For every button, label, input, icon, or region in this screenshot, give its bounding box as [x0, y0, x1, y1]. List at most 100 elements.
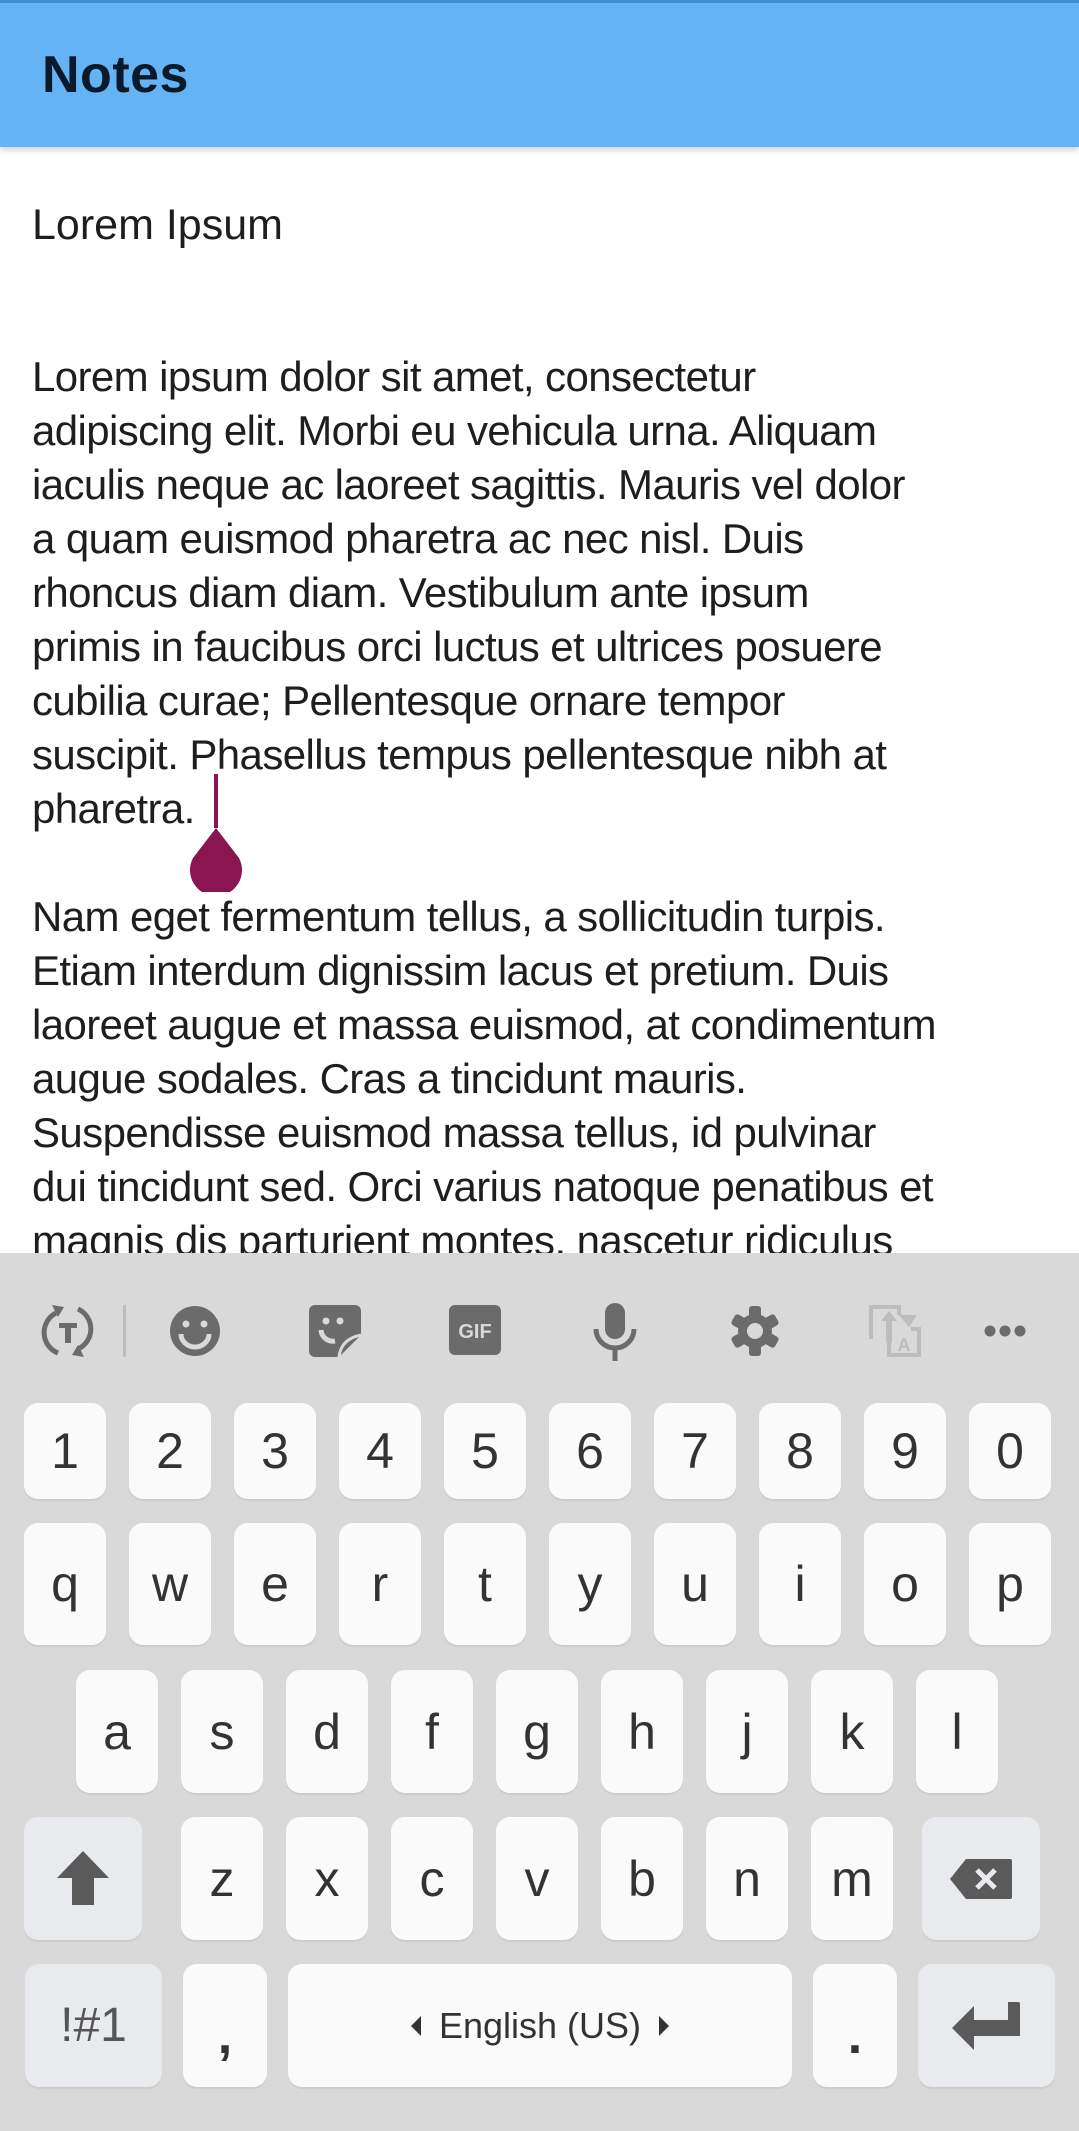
key-label: l	[951, 1703, 963, 1760]
key-m[interactable]: m	[811, 1817, 893, 1940]
translate-icon[interactable]: A	[865, 1301, 925, 1361]
key-label: j	[741, 1703, 753, 1760]
key-3[interactable]: 3	[234, 1403, 316, 1499]
text-line: Lorem ipsum dolor sit amet, consectetur	[32, 353, 756, 400]
more-options-icon[interactable]	[975, 1301, 1035, 1361]
text-line: Etiam interdum dignissim lacus et pretiu…	[32, 947, 889, 994]
text-line: iaculis neque ac laoreet sagittis. Mauri…	[32, 461, 905, 508]
key-label: t	[478, 1556, 492, 1612]
key-label: d	[313, 1703, 341, 1760]
app-title: Notes	[42, 46, 189, 104]
text-line: adipiscing elit. Morbi eu vehicula urna.…	[32, 407, 877, 454]
key-j[interactable]: j	[706, 1670, 788, 1793]
key-4[interactable]: 4	[339, 1403, 421, 1499]
key-w[interactable]: w	[129, 1523, 211, 1645]
key-label: n	[733, 1850, 761, 1907]
key-g[interactable]: g	[496, 1670, 578, 1793]
key-1[interactable]: 1	[24, 1403, 106, 1499]
key-label: b	[628, 1850, 656, 1907]
period-key[interactable]: .	[813, 1964, 897, 2087]
cursor-handle[interactable]	[189, 828, 243, 892]
key-label: i	[794, 1556, 806, 1612]
text-line: magnis dis parturient montes, nascetur r…	[32, 1217, 893, 1253]
shift-arrow-icon	[57, 1850, 109, 1905]
key-b[interactable]: b	[601, 1817, 683, 1940]
key-0[interactable]: 0	[969, 1403, 1051, 1499]
key-z[interactable]: z	[181, 1817, 263, 1940]
text-line: Nam eget fermentum tellus, a sollicitudi…	[32, 893, 886, 940]
emoji-icon[interactable]	[165, 1301, 225, 1361]
key-f[interactable]: f	[391, 1670, 473, 1793]
text-line: suscipit. Phasellus tempus pellentesque …	[32, 731, 887, 778]
key-p[interactable]: p	[969, 1523, 1051, 1645]
key-d[interactable]: d	[286, 1670, 368, 1793]
text-line: rhoncus diam diam. Vestibulum ante ipsum	[32, 569, 809, 616]
key-label: a	[103, 1703, 131, 1760]
key-q[interactable]: q	[24, 1523, 106, 1645]
key-label: 2	[156, 1423, 184, 1479]
gif-icon[interactable]: GIF	[445, 1301, 505, 1361]
key-l[interactable]: l	[916, 1670, 998, 1793]
soft-keyboard: GIF A 1 2 3 4 5 6 7 8 9 0 q w e r t y u …	[0, 1253, 1079, 2131]
key-label: u	[681, 1556, 709, 1612]
note-editor[interactable]: Lorem Ipsum Lorem ipsum dolor sit amet, …	[0, 147, 1079, 1253]
key-label: y	[577, 1556, 603, 1612]
enter-key[interactable]	[918, 1964, 1055, 2087]
space-language-label: English (US)	[438, 2004, 642, 2046]
key-7[interactable]: 7	[654, 1403, 736, 1499]
key-label: g	[523, 1703, 551, 1760]
key-c[interactable]: c	[391, 1817, 473, 1940]
key-v[interactable]: v	[496, 1817, 578, 1940]
key-i[interactable]: i	[759, 1523, 841, 1645]
app-bar: Notes	[0, 0, 1079, 147]
text-line: primis in faucibus orci luctus et ultric…	[32, 623, 883, 670]
backspace-icon	[950, 1858, 1012, 1899]
key-label: s	[209, 1703, 235, 1760]
key-k[interactable]: k	[811, 1670, 893, 1793]
comma-key[interactable]: ,	[183, 1964, 267, 2087]
key-u[interactable]: u	[654, 1523, 736, 1645]
text-line: pharetra.	[32, 785, 195, 832]
key-n[interactable]: n	[706, 1817, 788, 1940]
key-label: p	[996, 1556, 1024, 1612]
language-left-arrow-icon	[410, 2015, 421, 2036]
key-x[interactable]: x	[286, 1817, 368, 1940]
svg-text:A: A	[898, 1335, 911, 1355]
key-e[interactable]: e	[234, 1523, 316, 1645]
backspace-key[interactable]	[922, 1817, 1040, 1940]
key-o[interactable]: o	[864, 1523, 946, 1645]
key-5[interactable]: 5	[444, 1403, 526, 1499]
key-label: x	[314, 1850, 340, 1907]
key-6[interactable]: 6	[549, 1403, 631, 1499]
settings-gear-icon[interactable]	[725, 1301, 785, 1361]
space-key[interactable]: English (US)	[288, 1964, 792, 2087]
key-label: o	[891, 1556, 919, 1612]
text-line: a quam euismod pharetra ac nec nisl. Dui…	[32, 515, 804, 562]
key-a[interactable]: a	[76, 1670, 158, 1793]
key-label: w	[151, 1556, 189, 1612]
text-switch-icon[interactable]	[38, 1301, 98, 1361]
shift-key[interactable]	[24, 1817, 142, 1940]
key-r[interactable]: r	[339, 1523, 421, 1645]
key-label: 3	[261, 1423, 289, 1479]
symbols-key[interactable]: !#1	[25, 1964, 162, 2087]
key-y[interactable]: y	[549, 1523, 631, 1645]
text-cursor	[214, 774, 218, 828]
key-label: 1	[51, 1423, 79, 1479]
key-2[interactable]: 2	[129, 1403, 211, 1499]
key-h[interactable]: h	[601, 1670, 683, 1793]
text-line: cubilia curae; Pellentesque ornare tempo…	[32, 677, 785, 724]
note-title-field[interactable]: Lorem Ipsum	[32, 201, 283, 250]
key-8[interactable]: 8	[759, 1403, 841, 1499]
microphone-icon[interactable]	[585, 1301, 645, 1361]
key-9[interactable]: 9	[864, 1403, 946, 1499]
key-label: 8	[786, 1423, 814, 1479]
sticker-icon[interactable]	[305, 1301, 365, 1361]
key-t[interactable]: t	[444, 1523, 526, 1645]
key-label: 4	[366, 1423, 394, 1479]
key-label: 5	[471, 1423, 499, 1479]
key-s[interactable]: s	[181, 1670, 263, 1793]
key-label: k	[839, 1703, 865, 1760]
key-label: f	[425, 1703, 439, 1760]
key-label: e	[261, 1556, 289, 1612]
